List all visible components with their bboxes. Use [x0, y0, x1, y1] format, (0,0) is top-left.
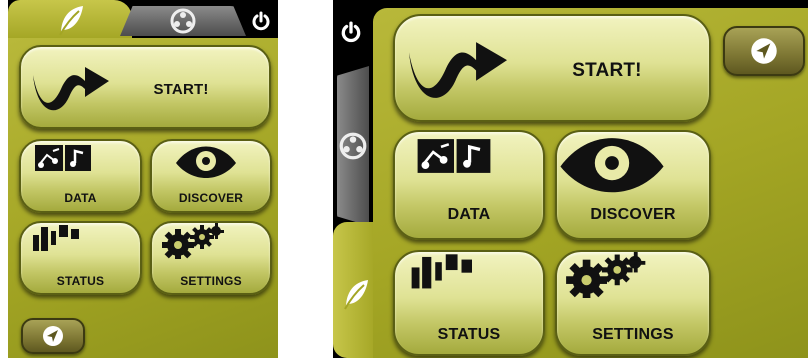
start-button[interactable]: START!	[19, 45, 271, 129]
navigation-arrow-icon	[43, 326, 63, 346]
status-label: STATUS	[56, 274, 105, 288]
status-button[interactable]: STATUS	[393, 250, 545, 356]
navigation-button[interactable]	[21, 318, 85, 354]
discover-button[interactable]: DISCOVER	[555, 130, 711, 240]
discover-label: DISCOVER	[178, 191, 244, 205]
leaf-icon	[344, 280, 368, 310]
data-label: DATA	[64, 191, 97, 205]
film-reel-icon	[170, 8, 196, 34]
settings-label: SETTINGS	[592, 326, 674, 343]
film-reel-icon	[339, 132, 367, 160]
status-label: STATUS	[437, 326, 501, 343]
eye-icon	[560, 138, 664, 193]
data-button[interactable]: DATA	[393, 130, 545, 240]
settings-label: SETTINGS	[180, 274, 242, 288]
status-bars-icon	[411, 254, 472, 289]
status-bars-icon	[33, 225, 79, 251]
tab-power[interactable]	[244, 6, 278, 36]
data-icon	[417, 139, 491, 173]
gears-icon	[566, 252, 646, 298]
tab-power[interactable]	[333, 10, 369, 54]
status-button[interactable]: STATUS	[19, 221, 142, 295]
route-arrow-icon	[33, 67, 109, 111]
right-screen: START! DATA DISCOVER STATUS SETTINGS	[333, 0, 808, 358]
tab-leaf[interactable]	[8, 0, 132, 40]
data-icon	[35, 145, 91, 171]
settings-button[interactable]: SETTINGS	[555, 250, 711, 356]
left-screen: START! DATA DISCOVER STATUS SETTINGS	[8, 0, 278, 358]
tab-film[interactable]	[120, 6, 246, 36]
navigation-arrow-icon	[751, 38, 777, 64]
navigation-button[interactable]	[723, 26, 805, 76]
data-label: DATA	[447, 206, 491, 223]
discover-button[interactable]: DISCOVER	[150, 139, 272, 213]
power-icon	[341, 21, 361, 43]
tab-leaf[interactable]	[333, 222, 377, 358]
data-button[interactable]: DATA	[19, 139, 142, 213]
discover-label: DISCOVER	[590, 206, 676, 223]
settings-button[interactable]: SETTINGS	[150, 221, 272, 295]
leaf-icon	[59, 6, 83, 36]
gears-icon	[162, 223, 224, 259]
power-icon	[252, 11, 270, 31]
tab-film[interactable]	[337, 66, 369, 226]
start-button[interactable]: START!	[393, 14, 711, 122]
eye-icon	[176, 146, 236, 178]
start-label: START!	[153, 81, 209, 98]
start-label: START!	[572, 60, 642, 81]
route-arrow-icon	[408, 42, 508, 98]
